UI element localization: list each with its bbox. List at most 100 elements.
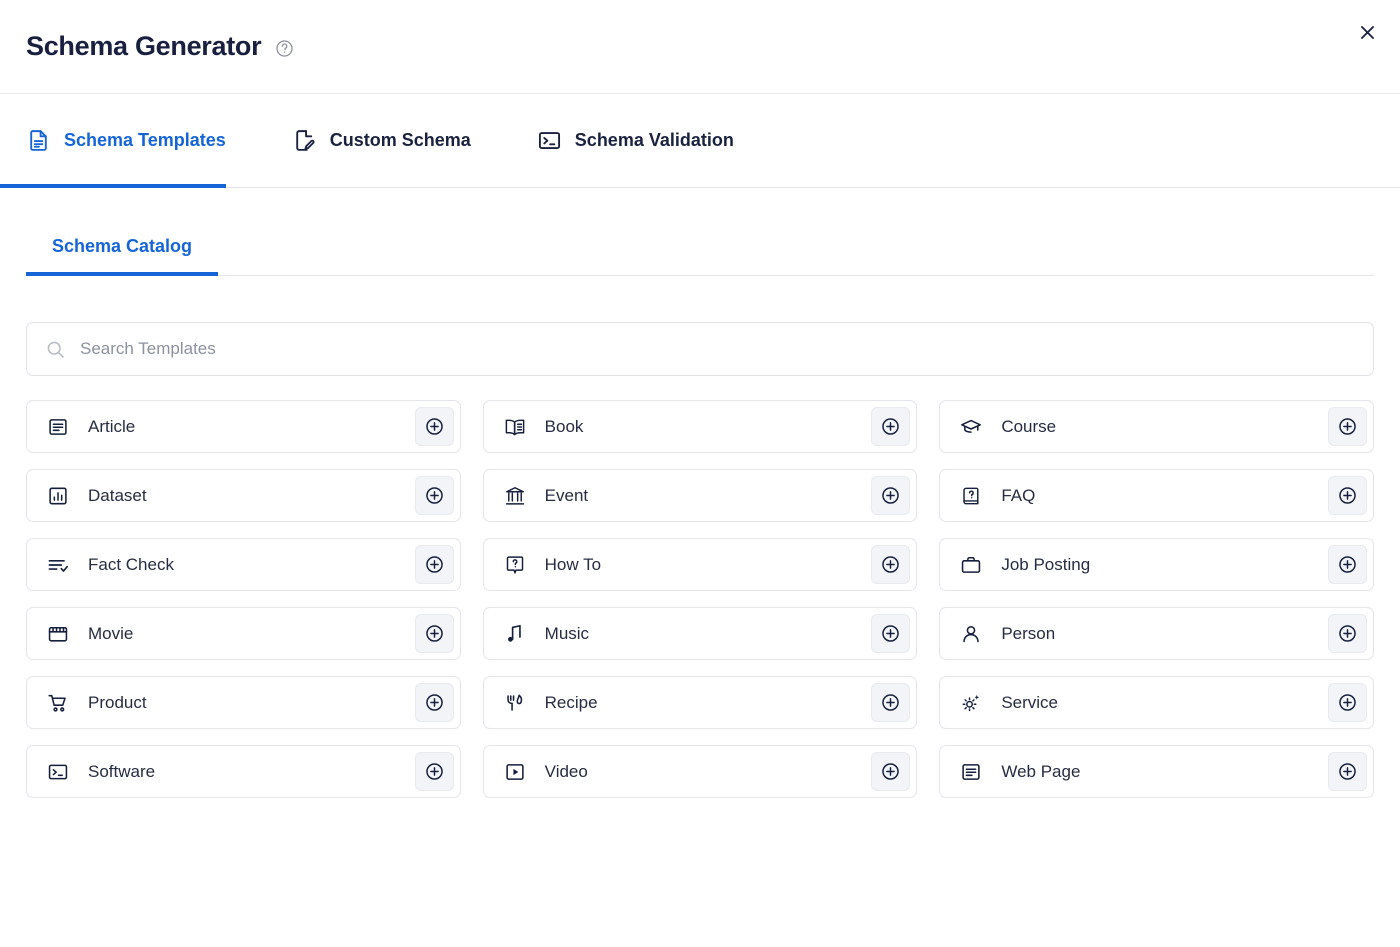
- template-label: Movie: [88, 624, 415, 644]
- plus-circle-icon: [424, 692, 445, 713]
- template-card[interactable]: How To: [483, 538, 918, 591]
- book-open-icon: [504, 416, 526, 438]
- search-input[interactable]: [80, 339, 1355, 359]
- plus-circle-icon: [880, 761, 901, 782]
- add-template-button[interactable]: [1328, 614, 1367, 653]
- add-template-button[interactable]: [415, 476, 454, 515]
- plus-circle-icon: [880, 416, 901, 437]
- subtab-schema-catalog[interactable]: Schema Catalog: [26, 236, 218, 275]
- template-card[interactable]: Fact Check: [26, 538, 461, 591]
- template-card[interactable]: Web Page: [939, 745, 1374, 798]
- bar-chart-icon: [47, 485, 69, 507]
- cooking-spoon-icon: [504, 692, 526, 714]
- close-icon[interactable]: [1350, 15, 1384, 49]
- add-template-button[interactable]: [871, 614, 910, 653]
- add-template-button[interactable]: [415, 614, 454, 653]
- add-template-button[interactable]: [871, 752, 910, 791]
- template-card[interactable]: Service: [939, 676, 1374, 729]
- template-card[interactable]: Recipe: [483, 676, 918, 729]
- add-template-button[interactable]: [1328, 683, 1367, 722]
- template-card[interactable]: Product: [26, 676, 461, 729]
- add-template-button[interactable]: [1328, 752, 1367, 791]
- tab-schema-validation[interactable]: Schema Validation: [537, 94, 758, 187]
- template-label: Product: [88, 693, 415, 713]
- template-label: Dataset: [88, 486, 415, 506]
- plus-circle-icon: [1337, 761, 1358, 782]
- template-card[interactable]: Person: [939, 607, 1374, 660]
- template-card[interactable]: Dataset: [26, 469, 461, 522]
- template-label: Video: [545, 762, 872, 782]
- tab-label: Schema Validation: [575, 130, 734, 151]
- search-box[interactable]: [26, 322, 1374, 376]
- clapperboard-icon: [47, 623, 69, 645]
- gear-sparkle-icon: [960, 692, 982, 714]
- book-question-icon: [960, 485, 982, 507]
- plus-circle-icon: [1337, 692, 1358, 713]
- template-card[interactable]: Event: [483, 469, 918, 522]
- template-label: Event: [545, 486, 872, 506]
- main-tab-bar: Schema Templates Custom Schema Schema Va…: [0, 94, 1400, 188]
- graduation-cap-icon: [960, 416, 982, 438]
- template-label: Book: [545, 417, 872, 437]
- template-card[interactable]: Article: [26, 400, 461, 453]
- plus-circle-icon: [424, 554, 445, 575]
- plus-circle-icon: [880, 692, 901, 713]
- web-page-icon: [960, 761, 982, 783]
- template-label: Course: [1001, 417, 1328, 437]
- add-template-button[interactable]: [415, 545, 454, 584]
- template-label: FAQ: [1001, 486, 1328, 506]
- add-template-button[interactable]: [415, 407, 454, 446]
- template-label: Person: [1001, 624, 1328, 644]
- template-card[interactable]: Job Posting: [939, 538, 1374, 591]
- plus-circle-icon: [424, 485, 445, 506]
- plus-circle-icon: [880, 485, 901, 506]
- tab-label: Schema Templates: [64, 130, 226, 151]
- help-circle-icon[interactable]: [275, 39, 294, 58]
- add-template-button[interactable]: [871, 683, 910, 722]
- add-template-button[interactable]: [871, 476, 910, 515]
- question-box-icon: [504, 554, 526, 576]
- document-edit-icon: [292, 128, 317, 153]
- template-card[interactable]: FAQ: [939, 469, 1374, 522]
- add-template-button[interactable]: [415, 752, 454, 791]
- plus-circle-icon: [1337, 416, 1358, 437]
- plus-circle-icon: [424, 416, 445, 437]
- plus-circle-icon: [424, 623, 445, 644]
- template-card[interactable]: Software: [26, 745, 461, 798]
- add-template-button[interactable]: [871, 545, 910, 584]
- list-check-icon: [47, 554, 69, 576]
- person-icon: [960, 623, 982, 645]
- template-card[interactable]: Video: [483, 745, 918, 798]
- template-label: Music: [545, 624, 872, 644]
- add-template-button[interactable]: [1328, 476, 1367, 515]
- tab-custom-schema[interactable]: Custom Schema: [292, 94, 495, 187]
- template-label: Web Page: [1001, 762, 1328, 782]
- template-card[interactable]: Book: [483, 400, 918, 453]
- template-label: Service: [1001, 693, 1328, 713]
- template-label: Article: [88, 417, 415, 437]
- add-template-button[interactable]: [1328, 407, 1367, 446]
- template-label: Software: [88, 762, 415, 782]
- add-template-button[interactable]: [871, 407, 910, 446]
- tab-schema-templates[interactable]: Schema Templates: [26, 94, 250, 187]
- music-note-icon: [504, 623, 526, 645]
- add-template-button[interactable]: [415, 683, 454, 722]
- template-card[interactable]: Movie: [26, 607, 461, 660]
- template-label: How To: [545, 555, 872, 575]
- page-title: Schema Generator: [26, 33, 261, 60]
- tab-label: Custom Schema: [330, 130, 471, 151]
- plus-circle-icon: [880, 623, 901, 644]
- plus-circle-icon: [1337, 485, 1358, 506]
- terminal-icon: [47, 761, 69, 783]
- terminal-icon: [537, 128, 562, 153]
- search-icon: [45, 339, 66, 360]
- schema-template-grid: Article Book Course Dataset Event FAQ Fact Che…: [26, 400, 1374, 798]
- shopping-cart-icon: [47, 692, 69, 714]
- add-template-button[interactable]: [1328, 545, 1367, 584]
- template-card[interactable]: Course: [939, 400, 1374, 453]
- article-icon: [47, 416, 69, 438]
- subtab-label: Schema Catalog: [52, 236, 192, 256]
- template-label: Job Posting: [1001, 555, 1328, 575]
- template-card[interactable]: Music: [483, 607, 918, 660]
- template-label: Recipe: [545, 693, 872, 713]
